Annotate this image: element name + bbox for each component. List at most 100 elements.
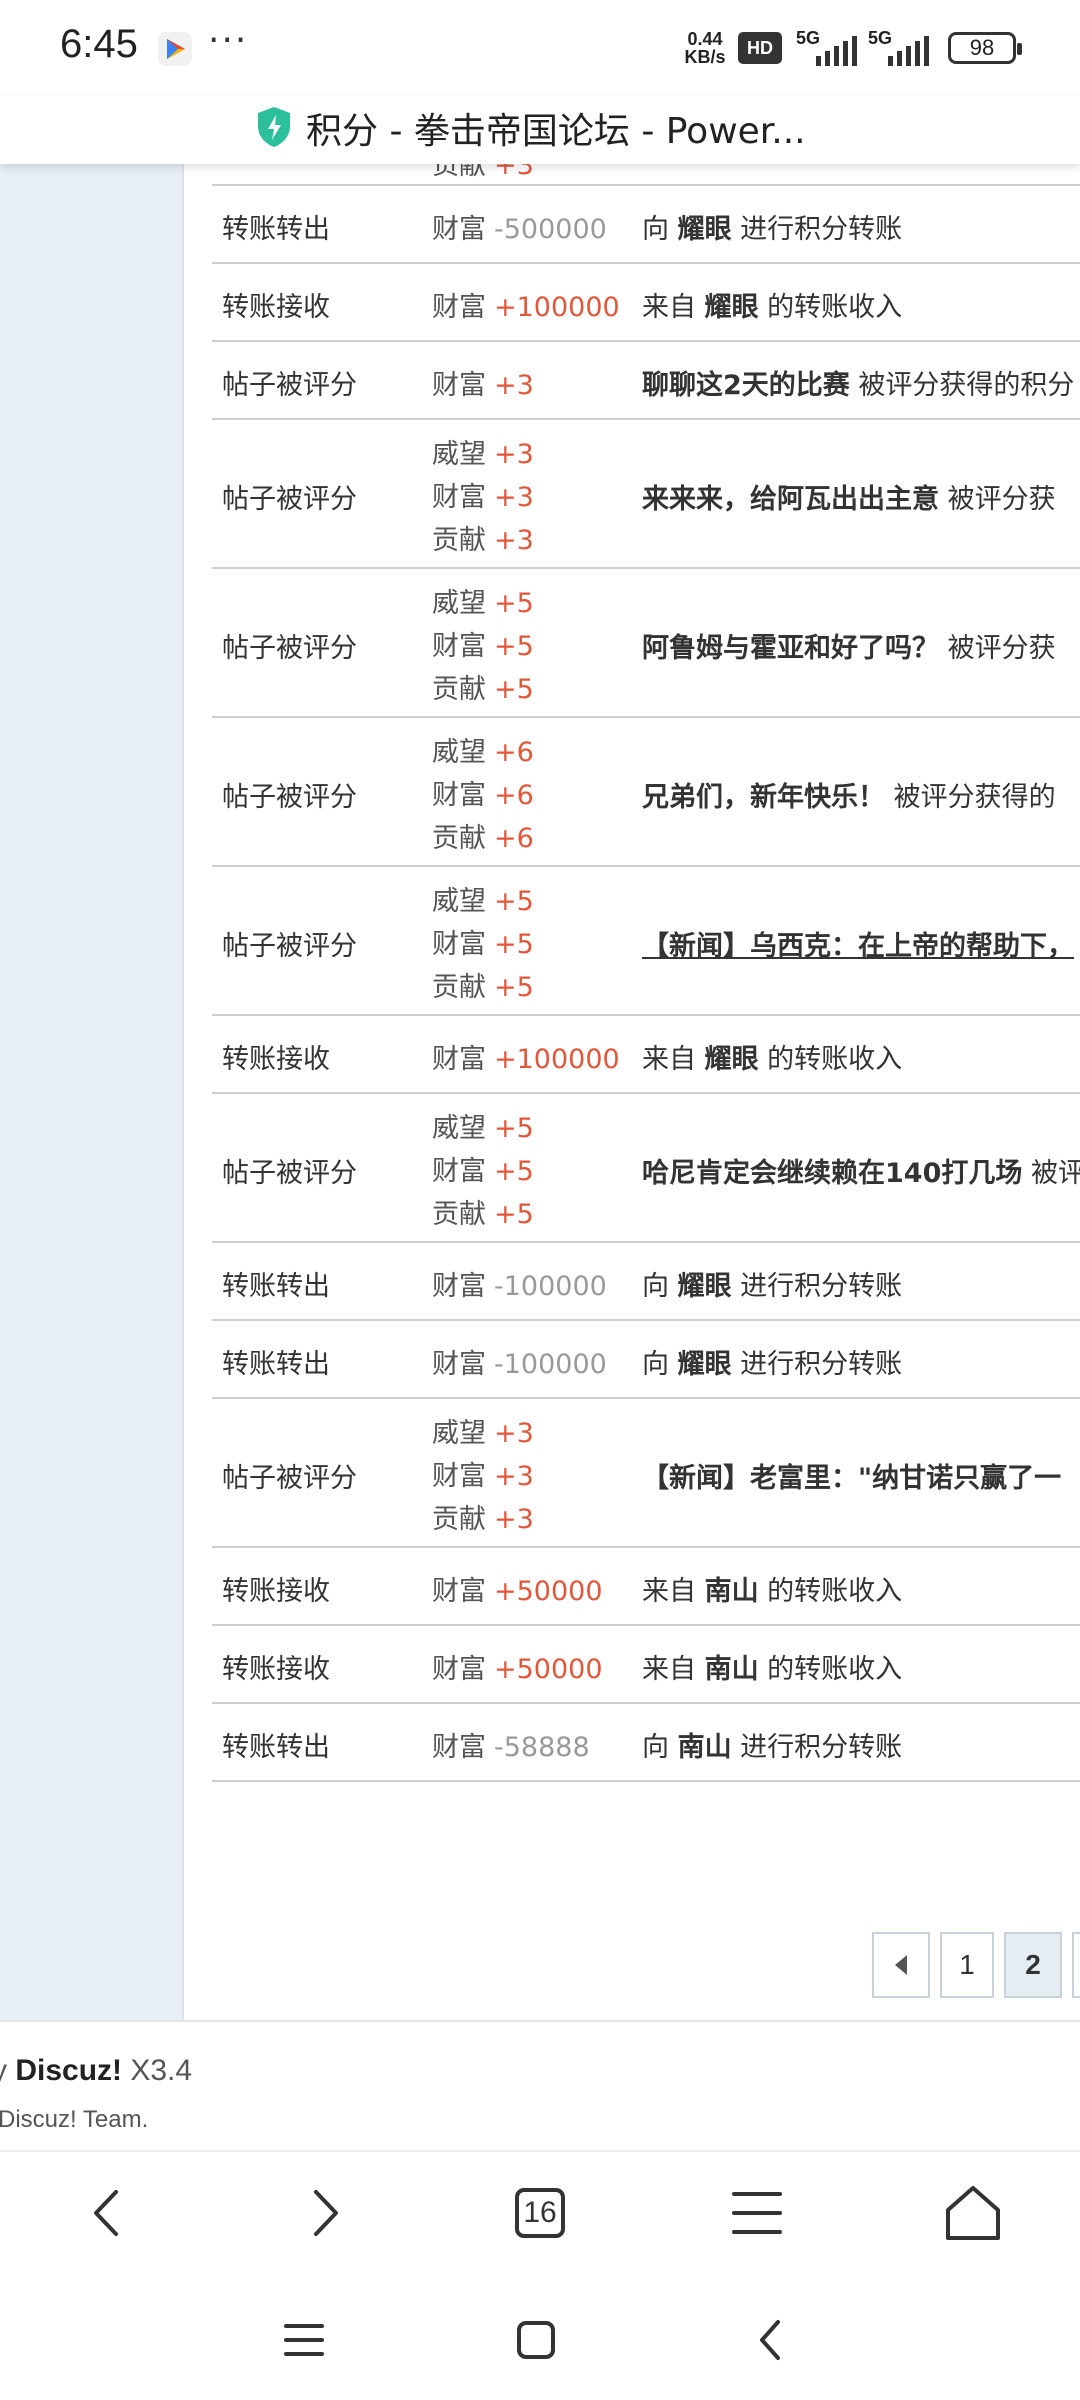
- net-speed-unit: KB/s: [684, 47, 726, 67]
- more-notifications-icon: ···: [208, 20, 249, 61]
- credit-change: 财富 +5: [432, 624, 534, 663]
- left-sidebar: [0, 164, 184, 2020]
- description-text: 的转账收入: [758, 1576, 903, 1607]
- description-link[interactable]: 阿鲁姆与霍亚和好了吗？: [642, 633, 939, 664]
- next-page-button[interactable]: [1072, 1932, 1080, 1998]
- triangle-left-icon: [895, 1955, 907, 1975]
- description-text: 向: [642, 214, 678, 245]
- description-link[interactable]: 南山: [678, 1732, 732, 1763]
- description-link[interactable]: 耀眼: [678, 1271, 732, 1302]
- credit-name: 贡献: [432, 674, 486, 705]
- description-link[interactable]: 【新闻】老富里："纳甘诺只赢了一: [642, 1463, 1061, 1494]
- table-row: 帖子被评分 威望 +5 财富 +5 贡献 +5 【新闻】乌西克：在上帝的帮助下，: [212, 867, 1080, 1016]
- description-text: 被评分获: [939, 632, 1056, 664]
- table-row: 帖子被评分 财富 +3 聊聊这2天的比赛 被评分获得的积分: [212, 342, 1080, 420]
- row-type: 转账接收: [222, 1654, 330, 1685]
- credit-change: 财富 +3: [432, 475, 534, 514]
- row-description: 兄弟们，新年快乐！ 被评分获得的: [642, 775, 1056, 814]
- description-text: 来自: [642, 1044, 705, 1075]
- credit-name: 财富: [432, 1156, 486, 1187]
- description-link[interactable]: 南山: [705, 1576, 759, 1607]
- powered-by: y Discuz! X3.4: [0, 2054, 192, 2088]
- row-description: 向 南山 进行积分转账: [642, 1725, 902, 1764]
- description-link[interactable]: 耀眼: [678, 214, 732, 245]
- row-type: 转账转出: [222, 1349, 330, 1380]
- description-text: 来自: [642, 1576, 705, 1607]
- page-title: 积分 - 拳击帝国论坛 - Power...: [306, 111, 806, 152]
- table-row: 转账接收 财富 +50000 来自 南山 的转账收入: [212, 1626, 1080, 1704]
- credit-value: +5: [494, 1113, 534, 1144]
- page-2-button[interactable]: 2: [1004, 1932, 1062, 1998]
- description-link[interactable]: 【新闻】乌西克：在上帝的帮助下，: [642, 931, 1074, 962]
- chevron-left-icon: [94, 2190, 118, 2236]
- row-type: 帖子被评分: [222, 483, 357, 515]
- page-content: 贡献 +3 转账转出 财富 -500000 向 耀眼 进行积分转账 转账接收 财富 +10000…: [0, 164, 1080, 2020]
- table-row: 转账接收 财富 +100000 来自 耀眼 的转账收入: [212, 1016, 1080, 1094]
- description-link[interactable]: 南山: [705, 1654, 759, 1685]
- credit-value: +50000: [494, 1576, 603, 1607]
- credit-value: +5: [494, 886, 534, 917]
- recent-apps-button[interactable]: [274, 2310, 334, 2370]
- credit-name: 财富: [432, 1732, 486, 1763]
- description-text: 的转账收入: [758, 1654, 903, 1685]
- row-description: 哈尼肯定会继续赖在140打几场 被评: [642, 1151, 1080, 1190]
- discuz-link[interactable]: Discuz!: [15, 2054, 122, 2087]
- home-nav-button[interactable]: [506, 2310, 566, 2370]
- row-type: 帖子被评分: [222, 781, 357, 813]
- table-row: 帖子被评分 威望 +3 财富 +3 贡献 +3 来来来，给阿瓦出出主意 被评分获: [212, 420, 1080, 569]
- row-description: 向 耀眼 进行积分转账: [642, 207, 902, 246]
- description-link[interactable]: 哈尼肯定会继续赖在140打几场: [642, 1158, 1022, 1189]
- menu-icon: [732, 2192, 782, 2234]
- forward-button[interactable]: [290, 2178, 360, 2248]
- row-description: 向 耀眼 进行积分转账: [642, 1342, 902, 1381]
- credit-change: 财富 +6: [432, 773, 534, 812]
- credit-name: 威望: [432, 588, 486, 619]
- back-nav-button[interactable]: [740, 2310, 800, 2370]
- site-footer: y Discuz! X3.4 Discuz! Team.: [0, 2020, 1080, 2150]
- credit-value: +3: [494, 1504, 534, 1535]
- credit-name: 威望: [432, 1418, 486, 1449]
- table-row: 转账转出 财富 -58888 向 南山 进行积分转账: [212, 1704, 1080, 1782]
- shield-icon: [258, 107, 290, 147]
- credit-change: 财富 +100000: [432, 285, 620, 324]
- credit-change: 财富 -58888: [432, 1725, 590, 1764]
- row-type: 转账转出: [222, 1732, 330, 1763]
- menu-button[interactable]: [722, 2178, 792, 2248]
- credit-name: 贡献: [432, 1199, 486, 1230]
- credit-name: 贡献: [432, 525, 486, 556]
- credit-name: 财富: [432, 1349, 486, 1380]
- table-row: 帖子被评分 威望 +6 财富 +6 贡献 +6 兄弟们，新年快乐！ 被评分获得的: [212, 718, 1080, 867]
- signal-icon: 5G: [868, 28, 938, 68]
- credit-name: 威望: [432, 1113, 486, 1144]
- description-text: 来自: [642, 292, 705, 323]
- browser-title-bar[interactable]: 积分 - 拳击帝国论坛 - Power...: [0, 96, 1080, 164]
- battery-icon: 98: [948, 32, 1022, 64]
- credit-value: +100000: [494, 292, 620, 323]
- credit-value: +3: [494, 370, 534, 401]
- description-link[interactable]: 聊聊这2天的比赛: [642, 370, 850, 401]
- description-link[interactable]: 来来来，给阿瓦出出主意: [642, 484, 939, 515]
- description-link[interactable]: 耀眼: [678, 1349, 732, 1380]
- description-link[interactable]: 耀眼: [705, 292, 759, 323]
- credit-name: 财富: [432, 1654, 486, 1685]
- credit-value: +5: [494, 1156, 534, 1187]
- table-row: 帖子被评分 威望 +5 财富 +5 贡献 +5 哈尼肯定会继续赖在140打几场 被评: [212, 1094, 1080, 1243]
- credit-name: 贡献: [432, 1504, 486, 1535]
- row-type: 帖子被评分: [222, 370, 357, 401]
- credit-change: 贡献 +5: [432, 1192, 534, 1231]
- table-row: 帖子被评分 威望 +3 财富 +3 贡献 +3 【新闻】老富里："纳甘诺只赢了一: [212, 1399, 1080, 1548]
- page-1-button[interactable]: 1: [940, 1932, 994, 1998]
- prev-page-button[interactable]: [872, 1932, 930, 1998]
- tabs-button[interactable]: 16: [505, 2178, 575, 2248]
- tab-count: 16: [523, 2196, 557, 2229]
- description-link[interactable]: 耀眼: [705, 1044, 759, 1075]
- description-link[interactable]: 兄弟们，新年快乐！: [642, 782, 885, 813]
- credit-change: 财富 +50000: [432, 1647, 603, 1686]
- credit-value: -500000: [494, 214, 607, 245]
- credit-name: 财富: [432, 292, 486, 323]
- back-button[interactable]: [72, 2178, 142, 2248]
- home-button[interactable]: [938, 2178, 1008, 2248]
- row-type: 转账转出: [222, 214, 330, 245]
- table-row: 转账接收 财富 +100000 来自 耀眼 的转账收入: [212, 264, 1080, 342]
- credit-change: 财富 -100000: [432, 1342, 607, 1381]
